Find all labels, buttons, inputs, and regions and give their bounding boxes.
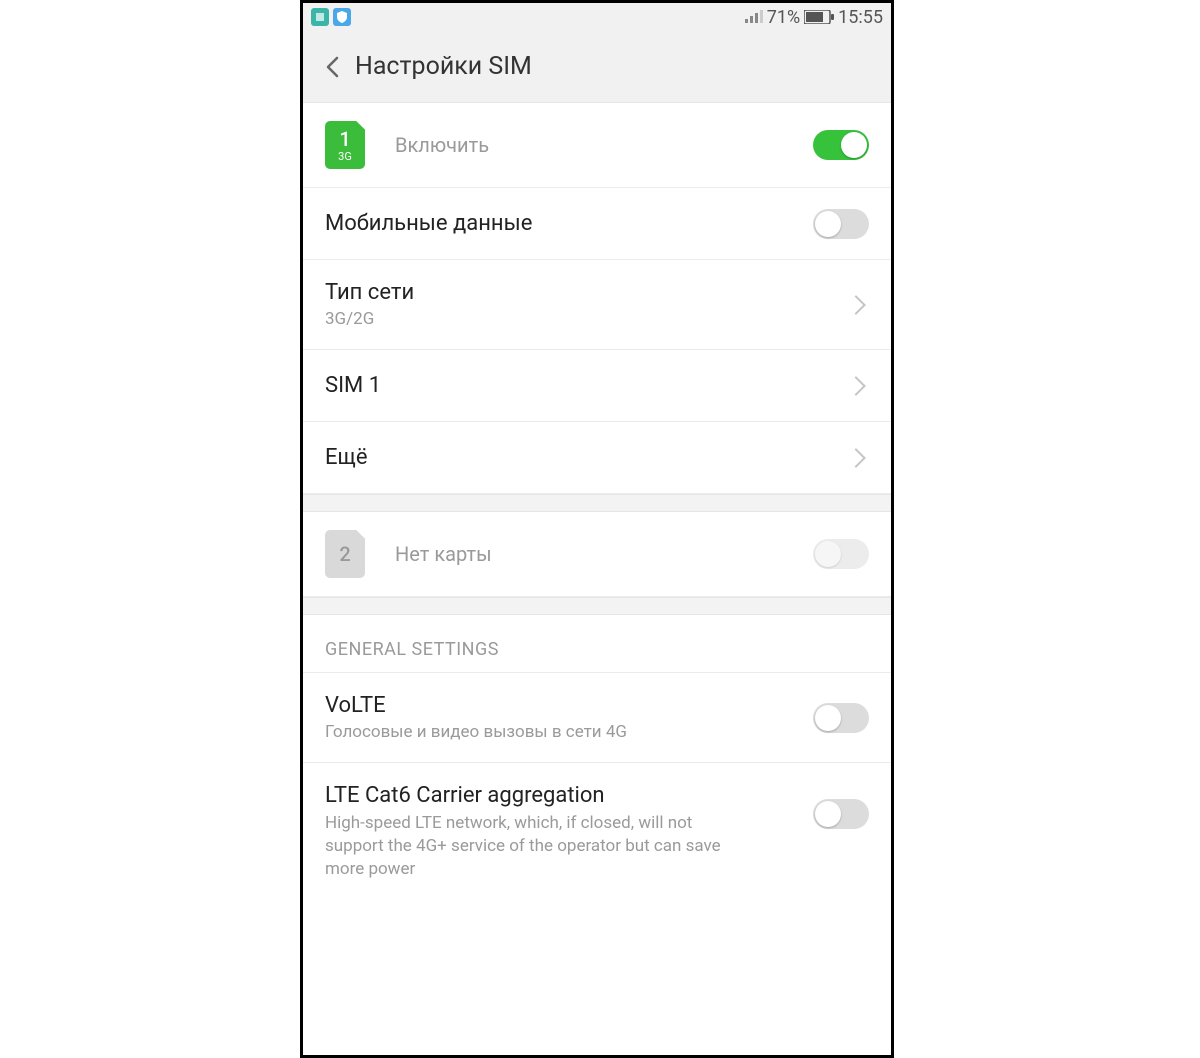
sim1-settings-label: SIM 1 <box>325 373 849 398</box>
sim1-settings-row[interactable]: SIM 1 <box>303 350 891 422</box>
status-right: 71% 15:55 <box>745 7 883 28</box>
sim1-enable-row[interactable]: 1 3G Включить <box>303 103 891 188</box>
status-left <box>311 8 351 26</box>
volte-subtitle: Голосовые и видео вызовы в сети 4G <box>325 722 813 742</box>
network-type-row[interactable]: Тип сети 3G/2G <box>303 260 891 350</box>
sim2-no-card-label: Нет карты <box>395 542 813 566</box>
section-divider <box>303 597 891 615</box>
battery-icon <box>804 10 834 24</box>
network-type-title: Тип сети <box>325 280 849 305</box>
network-type-value: 3G/2G <box>325 309 849 329</box>
sim2-number: 2 <box>339 544 350 564</box>
sim1-enable-label: Включить <box>395 133 813 157</box>
signal-icon <box>745 7 763 28</box>
mobile-data-toggle[interactable] <box>813 209 869 239</box>
shield-icon <box>333 8 351 26</box>
chevron-right-icon <box>846 448 866 468</box>
mobile-data-label: Мобильные данные <box>325 211 813 236</box>
page-title: Настройки SIM <box>355 52 532 81</box>
more-row[interactable]: Ещё <box>303 422 891 494</box>
volte-title: VoLTE <box>325 693 813 718</box>
lte-cat6-title: LTE Cat6 Carrier aggregation <box>325 783 813 808</box>
sim2-toggle <box>813 539 869 569</box>
volte-toggle[interactable] <box>813 703 869 733</box>
status-bar: 71% 15:55 <box>303 3 891 31</box>
general-settings-header: GENERAL SETTINGS <box>303 615 891 673</box>
sim1-number: 1 <box>339 129 350 149</box>
lte-cat6-toggle[interactable] <box>813 799 869 829</box>
chevron-right-icon <box>846 376 866 396</box>
clock: 15:55 <box>838 7 883 28</box>
phone-frame: 71% 15:55 Настройки SIM 1 3G Включить <box>300 0 894 1058</box>
back-button[interactable] <box>317 52 347 82</box>
lte-cat6-row[interactable]: LTE Cat6 Carrier aggregation High-speed … <box>303 763 891 889</box>
lte-cat6-subtitle: High-speed LTE network, which, if closed… <box>325 812 745 881</box>
sim2-row: 2 Нет карты <box>303 512 891 597</box>
header: Настройки SIM <box>303 31 891 103</box>
mobile-data-row[interactable]: Мобильные данные <box>303 188 891 260</box>
content: 1 3G Включить Мобильные данные Тип сети … <box>303 103 891 1055</box>
sim1-net-badge: 3G <box>338 151 352 162</box>
section-divider <box>303 494 891 512</box>
chevron-right-icon <box>846 295 866 315</box>
status-app-icon-1 <box>311 8 329 26</box>
more-label: Ещё <box>325 445 849 470</box>
volte-row[interactable]: VoLTE Голосовые и видео вызовы в сети 4G <box>303 673 891 763</box>
sim1-enable-toggle[interactable] <box>813 130 869 160</box>
sim1-icon: 1 3G <box>325 121 365 169</box>
battery-percent: 71% <box>767 7 800 28</box>
sim2-icon: 2 <box>325 530 365 578</box>
